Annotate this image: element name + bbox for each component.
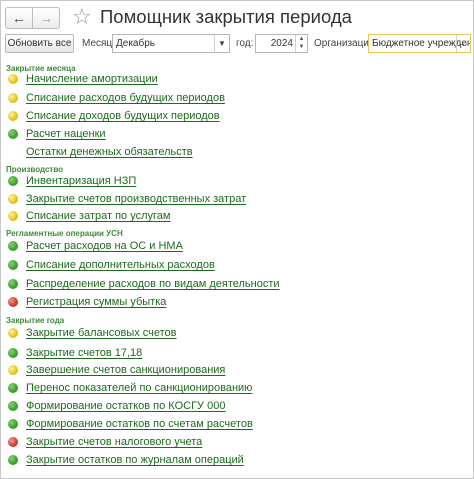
status-red-indicator-icon <box>8 297 18 307</box>
step-link[interactable]: Расчет наценки <box>26 128 106 140</box>
status-yellow-indicator-icon <box>8 328 18 338</box>
year-value: 2024 <box>270 38 293 49</box>
step-link[interactable]: Завершение счетов санкционирования <box>26 364 225 376</box>
favorite-star-icon[interactable]: ☆ <box>72 4 92 30</box>
status-yellow-indicator-icon <box>8 74 18 84</box>
list-item: Списание затрат по услугам <box>8 208 170 224</box>
list-item: Формирование остатков по счетам расчетов <box>8 416 253 432</box>
status-green-indicator-icon <box>8 176 18 186</box>
step-link[interactable]: Формирование остатков по счетам расчетов <box>26 418 253 430</box>
status-none-indicator-icon <box>8 147 18 157</box>
step-link[interactable]: Закрытие остатков по журналам операций <box>26 454 244 466</box>
step-link[interactable]: Закрытие счетов налогового учета <box>26 436 202 448</box>
status-green-indicator-icon <box>8 241 18 251</box>
ellipsis-icon[interactable]: ... <box>456 35 470 52</box>
list-item: Распределение расходов по видам деятельн… <box>8 276 280 292</box>
step-link[interactable]: Регистрация суммы убытка <box>26 296 166 308</box>
status-yellow-indicator-icon <box>8 111 18 121</box>
status-green-indicator-icon <box>8 455 18 465</box>
month-label: Месяц: <box>82 38 115 49</box>
status-green-indicator-icon <box>8 260 18 270</box>
step-link[interactable]: Распределение расходов по видам деятельн… <box>26 278 280 290</box>
status-yellow-indicator-icon <box>8 93 18 103</box>
step-link[interactable]: Закрытие балансовых счетов <box>26 327 177 339</box>
arrow-right-icon: → <box>39 10 53 26</box>
page-title: Помощник закрытия периода <box>100 6 352 27</box>
status-yellow-indicator-icon <box>8 365 18 375</box>
status-green-indicator-icon <box>8 419 18 429</box>
arrow-left-icon: ← <box>12 10 26 26</box>
refresh-all-button[interactable]: Обновить все <box>5 34 74 53</box>
list-item: Закрытие счетов налогового учета <box>8 434 202 450</box>
step-link[interactable]: Перенос показателей по санкционированию <box>26 382 252 394</box>
month-select[interactable]: Декабрь ▼ <box>112 34 230 53</box>
forward-button[interactable]: → <box>32 7 60 29</box>
step-link[interactable]: Списание расходов будущих периодов <box>26 92 225 104</box>
status-yellow-indicator-icon <box>8 211 18 221</box>
status-red-indicator-icon <box>8 437 18 447</box>
year-label: год: <box>236 38 254 49</box>
list-item: Расчет наценки <box>8 126 106 142</box>
chevron-down-icon[interactable]: ▼ <box>214 35 229 52</box>
step-link[interactable]: Остатки денежных обязательств <box>26 146 193 158</box>
status-green-indicator-icon <box>8 279 18 289</box>
step-link[interactable]: Начисление амортизации <box>26 73 158 85</box>
step-link[interactable]: Списание дополнительных расходов <box>26 259 215 271</box>
list-item: Начисление амортизации <box>8 71 158 87</box>
list-item: Списание расходов будущих периодов <box>8 90 225 106</box>
back-button[interactable]: ← <box>5 7 33 29</box>
status-green-indicator-icon <box>8 348 18 358</box>
step-link[interactable]: Закрытие счетов 17,18 <box>26 347 142 359</box>
list-item: Перенос показателей по санкционированию <box>8 380 252 396</box>
step-link[interactable]: Списание доходов будущих периодов <box>26 110 220 122</box>
section-header: Регламентные операции УСН <box>6 229 123 238</box>
list-item: Инвентаризация НЗП <box>8 173 136 189</box>
list-item: Закрытие счетов производственных затрат <box>8 191 246 207</box>
list-item: Списание доходов будущих периодов <box>8 108 220 124</box>
status-green-indicator-icon <box>8 383 18 393</box>
status-green-indicator-icon <box>8 401 18 411</box>
step-link[interactable]: Инвентаризация НЗП <box>26 175 136 187</box>
list-item: Расчет расходов на ОС и НМА <box>8 238 183 254</box>
year-spinner-icon[interactable]: ▲ ▼ <box>295 35 307 52</box>
year-input[interactable]: 2024 ▲ ▼ <box>255 34 308 53</box>
status-yellow-indicator-icon <box>8 194 18 204</box>
month-value: Декабрь <box>116 38 155 49</box>
status-green-indicator-icon <box>8 129 18 139</box>
list-item: Закрытие счетов 17,18 <box>8 345 142 361</box>
organization-input[interactable]: Бюджетное учреждение ... <box>368 34 471 53</box>
list-item: Остатки денежных обязательств <box>8 144 193 160</box>
step-link[interactable]: Закрытие счетов производственных затрат <box>26 193 246 205</box>
list-item: Завершение счетов санкционирования <box>8 362 225 378</box>
list-item: Закрытие остатков по журналам операций <box>8 452 244 468</box>
section-header: Закрытие года <box>6 316 65 325</box>
step-link[interactable]: Расчет расходов на ОС и НМА <box>26 240 183 252</box>
list-item: Списание дополнительных расходов <box>8 257 215 273</box>
step-link[interactable]: Списание затрат по услугам <box>26 210 170 222</box>
list-item: Формирование остатков по КОСГУ 000 <box>8 398 225 414</box>
step-link[interactable]: Формирование остатков по КОСГУ 000 <box>26 400 225 412</box>
list-item: Закрытие балансовых счетов <box>8 325 177 341</box>
list-item: Регистрация суммы убытка <box>8 294 166 310</box>
